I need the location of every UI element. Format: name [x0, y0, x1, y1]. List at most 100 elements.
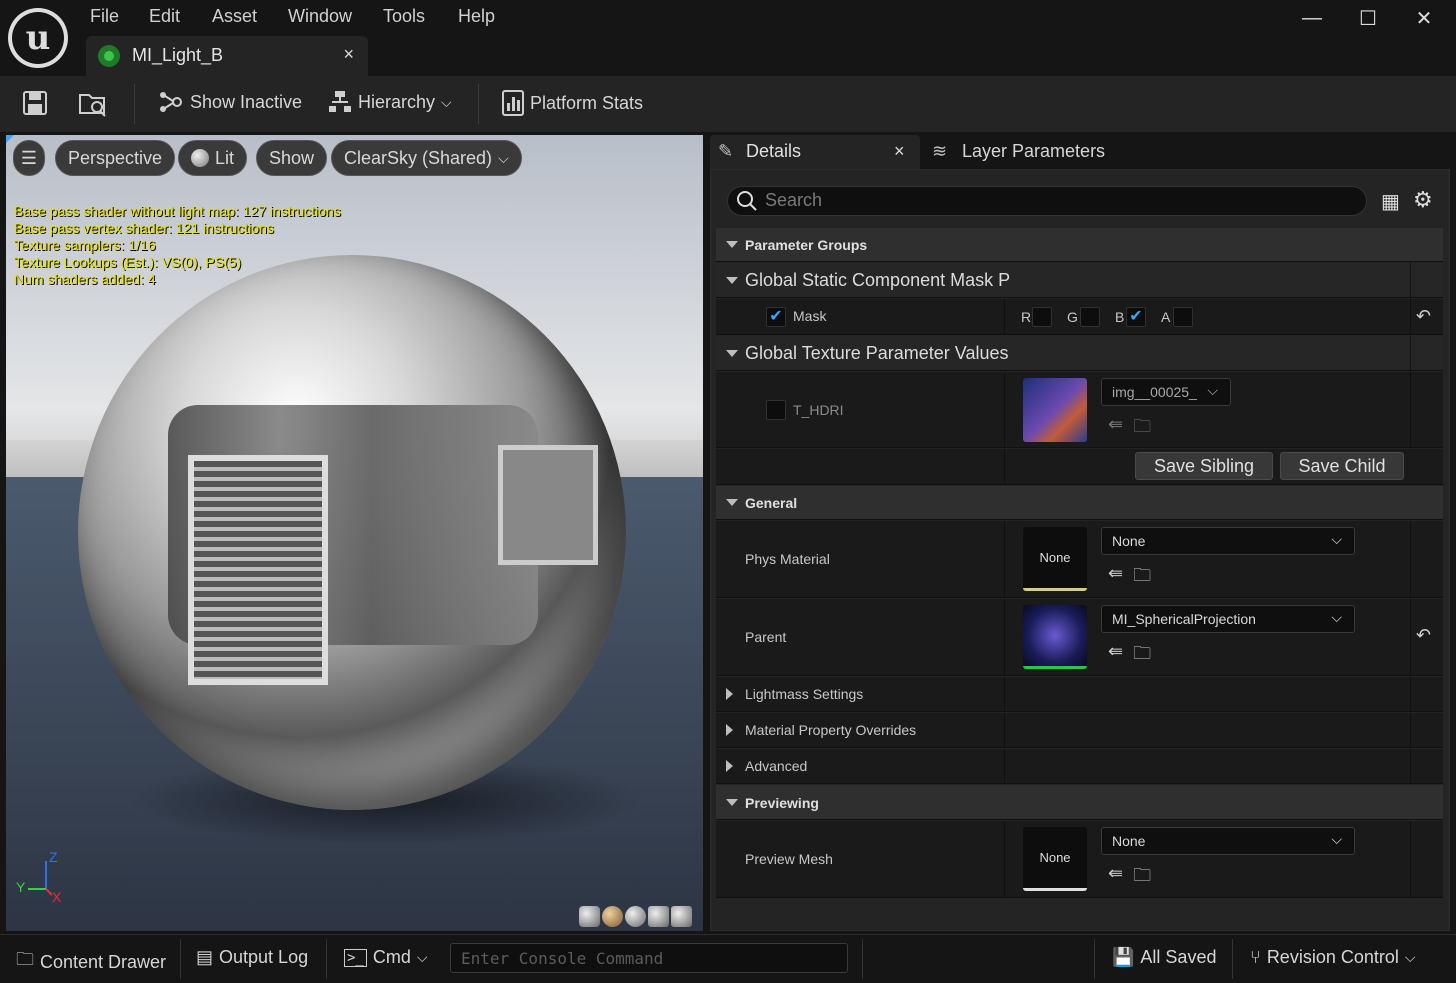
save-sibling-button[interactable]: Save Sibling	[1135, 452, 1273, 480]
use-selected-asset-icon[interactable]: ⇚	[1108, 641, 1123, 671]
channel-b-checkbox[interactable]: ✔	[1126, 307, 1146, 327]
column-divider	[1004, 521, 1005, 597]
axis-y-label: Y	[16, 879, 26, 895]
viewport-options-icon[interactable]: ☰	[13, 140, 45, 176]
stat-line: Base pass vertex shader: 121 instruction…	[14, 220, 274, 236]
property-row-preview-mesh: Preview Mesh None None ⌵ ⇚ 🗀	[716, 821, 1443, 898]
parent-thumbnail[interactable]	[1023, 605, 1087, 669]
browse-to-asset-icon[interactable]: 🗀	[1133, 414, 1151, 444]
expand-arrow-icon	[726, 760, 733, 772]
environment-label: ClearSky (Shared)	[344, 147, 493, 168]
reset-to-default-icon[interactable]: ↶	[1416, 306, 1431, 327]
column-divider	[1410, 599, 1411, 675]
save-child-button[interactable]: Save Child	[1280, 452, 1404, 480]
channel-r-checkbox[interactable]	[1032, 307, 1052, 327]
content-drawer-button[interactable]: 🗀 Content Drawer	[16, 947, 166, 977]
channel-g-checkbox[interactable]	[1080, 307, 1100, 327]
perspective-button[interactable]: Perspective	[55, 140, 176, 176]
show-button[interactable]: Show	[256, 140, 328, 176]
browse-asset-icon[interactable]	[78, 90, 108, 118]
browse-to-asset-icon[interactable]: 🗀	[1133, 563, 1151, 593]
expand-arrow-icon	[726, 688, 733, 700]
phys-material-dropdown[interactable]: None ⌵	[1101, 527, 1355, 555]
chevron-down-icon: ⌵	[1207, 382, 1218, 398]
texture-thumbnail[interactable]	[1023, 378, 1087, 442]
cube-shape-icon[interactable]	[648, 906, 669, 927]
section-advanced[interactable]: Advanced	[716, 749, 1443, 784]
mask-override-checkbox[interactable]: ✔	[766, 307, 786, 327]
preview-mesh-thumbnail[interactable]: None	[1023, 827, 1087, 891]
document-tab[interactable]: MI_Light_B ×	[86, 36, 368, 76]
phys-material-thumbnail[interactable]: None	[1023, 527, 1087, 591]
menu-edit[interactable]: Edit	[149, 6, 180, 27]
output-log-button[interactable]: ▤ Output Log	[196, 947, 308, 968]
column-divider	[1410, 299, 1411, 334]
all-saved-label: All Saved	[1140, 947, 1217, 967]
hierarchy-button[interactable]: Hierarchy ⌵	[328, 90, 452, 114]
sphere-shape-icon[interactable]	[602, 906, 623, 927]
reset-to-default-icon[interactable]: ↶	[1416, 625, 1431, 646]
column-divider	[1004, 372, 1005, 447]
menu-window[interactable]: Window	[288, 6, 352, 27]
category-general[interactable]: General	[716, 486, 1443, 520]
search-input[interactable]: Search	[727, 186, 1367, 216]
close-details-icon[interactable]: ×	[894, 141, 905, 162]
asset-actions: ⇚ 🗀	[1108, 563, 1151, 593]
tab-details[interactable]: ✎ Details ×	[710, 135, 920, 169]
settings-gear-icon[interactable]: ⚙	[1413, 187, 1433, 213]
group-label: Global Texture Parameter Values	[745, 343, 1009, 363]
category-previewing[interactable]: Previewing	[716, 785, 1443, 820]
category-label: General	[745, 495, 798, 511]
category-label: Parameter Groups	[745, 237, 868, 253]
table-view-icon[interactable]: ▦	[1381, 189, 1400, 214]
environment-dropdown[interactable]: ClearSky (Shared) ⌵	[331, 140, 522, 176]
use-selected-asset-icon[interactable]: ⇚	[1108, 563, 1123, 593]
use-selected-asset-icon[interactable]: ⇚	[1108, 414, 1123, 444]
group-global-texture[interactable]: Global Texture Parameter Values	[716, 336, 1443, 371]
stat-line: Texture samplers: 1/16	[14, 237, 156, 253]
plane-shape-icon[interactable]	[625, 906, 646, 927]
all-saved-button[interactable]: 💾 All Saved	[1112, 947, 1216, 968]
preview-shape-selector	[579, 906, 692, 927]
group-global-static-mask[interactable]: Global Static Component Mask P	[716, 263, 1443, 298]
close-tab-icon[interactable]: ×	[343, 44, 354, 65]
lit-button[interactable]: Lit	[178, 140, 248, 176]
save-icon[interactable]	[22, 90, 48, 116]
parent-dropdown[interactable]: MI_SphericalProjection ⌵	[1101, 605, 1355, 633]
shader-stats: Base pass shader without light map: 127 …	[14, 203, 341, 288]
minimize-icon[interactable]: —	[1292, 4, 1332, 32]
material-instance-editor: u File Edit Asset Window Tools Help — ☐ …	[0, 0, 1456, 983]
save-child-label: Save Child	[1298, 455, 1386, 476]
section-lightmass-settings[interactable]: Lightmass Settings	[716, 677, 1443, 712]
show-inactive-button[interactable]: Show Inactive	[158, 90, 302, 114]
menu-file[interactable]: File	[90, 6, 119, 27]
toolbar-divider	[478, 84, 479, 124]
browse-to-asset-icon[interactable]: 🗀	[1133, 863, 1151, 893]
browse-to-asset-icon[interactable]: 🗀	[1133, 641, 1151, 671]
cylinder-shape-icon[interactable]	[579, 906, 600, 927]
category-parameter-groups[interactable]: Parameter Groups	[716, 228, 1443, 262]
lit-label: Lit	[215, 147, 235, 168]
preview-mesh-dropdown[interactable]: None ⌵	[1101, 827, 1355, 855]
content-drawer-icon: 🗀	[16, 949, 34, 969]
teapot-shape-icon[interactable]	[671, 906, 692, 927]
menu-tools[interactable]: Tools	[383, 6, 425, 27]
texture-dropdown[interactable]: img__00025_ ⌵	[1101, 378, 1231, 406]
use-selected-asset-icon[interactable]: ⇚	[1108, 863, 1123, 893]
menu-asset[interactable]: Asset	[212, 6, 257, 27]
revision-control-button[interactable]: ⑂ Revision Control ⌵	[1250, 947, 1416, 968]
console-command-input[interactable]: Enter Console Command	[450, 943, 848, 973]
menu-help[interactable]: Help	[458, 6, 495, 27]
platform-stats-button[interactable]: Platform Stats	[502, 90, 643, 116]
section-material-property-overrides[interactable]: Material Property Overrides	[716, 713, 1443, 748]
maximize-icon[interactable]: ☐	[1348, 4, 1388, 32]
t-hdri-override-checkbox[interactable]	[766, 400, 786, 420]
channel-a-checkbox[interactable]	[1173, 307, 1193, 327]
close-window-icon[interactable]: ✕	[1404, 4, 1444, 32]
node-graph-icon	[160, 92, 182, 112]
unreal-logo-icon[interactable]: u	[8, 8, 68, 68]
preview-viewport[interactable]: ☰ Perspective Lit Show ClearSky (Shared)…	[6, 135, 703, 931]
column-divider	[1004, 821, 1005, 897]
cmd-dropdown[interactable]: >_ Cmd ⌵	[344, 947, 428, 968]
show-label: Show	[269, 147, 315, 168]
